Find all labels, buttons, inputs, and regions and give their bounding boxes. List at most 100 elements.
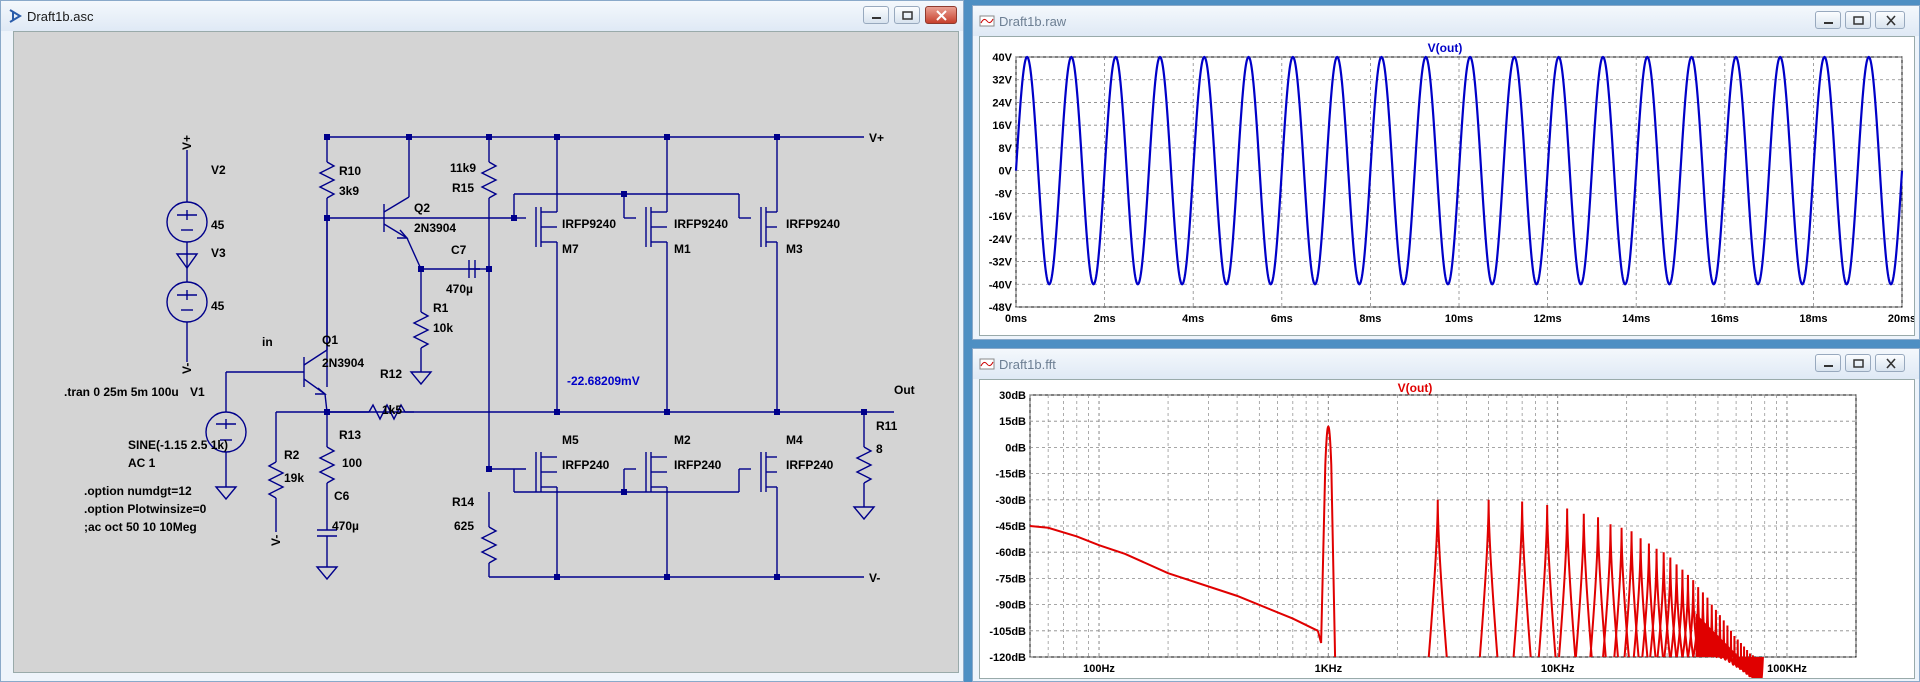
fft-y-tick: 15dB bbox=[999, 416, 1026, 428]
raw-x-tick: 6ms bbox=[1271, 313, 1293, 325]
v-plus-rail-label: V+ bbox=[869, 131, 884, 145]
close-button[interactable] bbox=[925, 6, 957, 24]
tran-directive: .tran 0 25m 5m 100u bbox=[64, 385, 179, 399]
fft-x-tick: 1KHz bbox=[1315, 663, 1343, 675]
fft-x-tick: 100KHz bbox=[1767, 663, 1807, 675]
node-voltage-readout: -22.68209mV bbox=[567, 374, 640, 388]
v1-label: V1 bbox=[190, 385, 205, 399]
fft-y-tick: 30dB bbox=[999, 390, 1026, 402]
fft-window[interactable]: Draft1b.fft V(out) 30dB 15dB 0dB -15dB -30dB… bbox=[972, 348, 1920, 682]
raw-x-tick: 16ms bbox=[1711, 313, 1739, 325]
raw-y-axis: 40V32V24V16V8V0V-8V-16V-24V-32V-40V-48V bbox=[989, 52, 1013, 314]
r11-value: 8 bbox=[876, 442, 883, 456]
raw-y-tick: -16V bbox=[989, 211, 1013, 223]
fft-titlebar[interactable]: Draft1b.fft bbox=[973, 349, 1919, 379]
out-label: Out bbox=[894, 383, 915, 397]
raw-plot: V(out) 40V 32V 24V 16V 8V 0V -8V -16V -24V -32V -4… bbox=[989, 41, 1914, 325]
raw-y-tick: 40V bbox=[992, 52, 1012, 64]
raw-x-tick: 0ms bbox=[1005, 313, 1027, 325]
minimize-button[interactable] bbox=[1815, 11, 1841, 29]
m3-label: M3 bbox=[786, 242, 803, 256]
raw-y-tick: -8V bbox=[995, 188, 1013, 200]
v-minus-r2-label: V- bbox=[269, 535, 283, 546]
c7-label: C7 bbox=[451, 243, 467, 257]
m7-model: IRFP9240 bbox=[562, 217, 616, 231]
fft-y-tick: -30dB bbox=[995, 495, 1026, 507]
restore-button[interactable] bbox=[1845, 11, 1871, 29]
raw-x-tick: 12ms bbox=[1534, 313, 1562, 325]
raw-plot-area[interactable]: V(out) 40V 32V 24V 16V 8V 0V -8V -16V -24V -32V -4… bbox=[979, 36, 1915, 336]
r10-label: R10 bbox=[339, 164, 361, 178]
minimize-button[interactable] bbox=[1815, 354, 1841, 372]
fft-trace-label: V(out) bbox=[1398, 381, 1433, 395]
r1-value: 10k bbox=[433, 321, 453, 335]
raw-y-tick: 8V bbox=[999, 143, 1013, 155]
raw-y-tick: 16V bbox=[992, 120, 1012, 132]
option-plotwinsize: .option Plotwinsize=0 bbox=[84, 502, 207, 516]
r15-label: R15 bbox=[452, 181, 474, 195]
c6-value: 470µ bbox=[332, 519, 359, 533]
raw-x-tick: 14ms bbox=[1622, 313, 1650, 325]
v2-value: 45 bbox=[211, 218, 225, 232]
q2-label: Q2 bbox=[414, 201, 430, 215]
raw-window[interactable]: Draft1b.raw V(out) 40V 32V 24V 16V 8V 0V -8V -1… bbox=[972, 5, 1920, 340]
raw-trace-label: V(out) bbox=[1428, 41, 1463, 55]
r14-value: 625 bbox=[454, 519, 474, 533]
r14-label: R14 bbox=[452, 495, 474, 509]
r11-label: R11 bbox=[876, 419, 898, 433]
v2-label: V2 bbox=[211, 163, 226, 177]
minimize-button[interactable] bbox=[863, 6, 889, 24]
m4-label: M4 bbox=[786, 433, 803, 447]
r2-label: R2 bbox=[284, 448, 300, 462]
raw-y-tick: 24V bbox=[992, 97, 1012, 109]
ltspice-icon bbox=[9, 9, 22, 23]
v3-label: V3 bbox=[211, 246, 226, 260]
fft-y-tick: -15dB bbox=[995, 469, 1026, 481]
r15-value: 11k9 bbox=[450, 161, 476, 175]
v-minus-source-label: V- bbox=[180, 363, 194, 374]
raw-titlebar[interactable]: Draft1b.raw bbox=[973, 6, 1919, 36]
m3-model: IRFP9240 bbox=[786, 217, 840, 231]
in-label: in bbox=[262, 335, 273, 349]
m4-model: IRFP240 bbox=[786, 458, 834, 472]
raw-x-tick: 8ms bbox=[1359, 313, 1381, 325]
raw-x-tick: 20ms bbox=[1888, 313, 1914, 325]
waveform-icon bbox=[979, 358, 995, 370]
r10-value: 3k9 bbox=[339, 184, 359, 198]
raw-x-tick: 2ms bbox=[1094, 313, 1116, 325]
q1-model: 2N3904 bbox=[322, 356, 364, 370]
sine-source: SINE(-1.15 2.5 1k) bbox=[128, 438, 228, 452]
v3-value: 45 bbox=[211, 299, 225, 313]
fft-y-axis: 30dB 15dB 0dB -15dB -30dB -45dB -60dB -75dB -90d… bbox=[989, 390, 1026, 664]
schematic-drawing: V+ V2 45 V3 45 V- R10 3k9 Q2 2N3904 11k9… bbox=[64, 131, 915, 585]
fft-y-tick: -105dB bbox=[989, 626, 1026, 638]
q1-label: Q1 bbox=[322, 333, 338, 347]
restore-button[interactable] bbox=[1845, 354, 1871, 372]
c7-value: 470µ bbox=[446, 282, 473, 296]
raw-y-tick: 0V bbox=[999, 166, 1013, 178]
schematic-window[interactable]: Draft1b.asc V+ V2 45 V3 45 V- R10 3k9 Q2… bbox=[0, 0, 964, 682]
m2-model: IRFP240 bbox=[674, 458, 722, 472]
fft-y-tick: -45dB bbox=[995, 521, 1026, 533]
r12-label: R12 bbox=[380, 367, 402, 381]
raw-y-tick: -40V bbox=[989, 279, 1013, 291]
fft-x-axis: 100Hz 1KHz 10KHz 100KHz bbox=[1083, 663, 1807, 675]
close-button[interactable] bbox=[1875, 354, 1905, 372]
fft-y-tick: -90dB bbox=[995, 600, 1026, 612]
restore-button[interactable] bbox=[894, 6, 920, 24]
fft-plot: V(out) 30dB 15dB 0dB -15dB -30dB -45dB -60dB -7… bbox=[989, 381, 1857, 678]
raw-x-tick: 18ms bbox=[1799, 313, 1827, 325]
raw-y-tick: -32V bbox=[989, 257, 1013, 269]
r2-value: 19k bbox=[284, 471, 304, 485]
fft-y-tick: -75dB bbox=[995, 573, 1026, 585]
close-button[interactable] bbox=[1875, 11, 1905, 29]
ac-comment: ;ac oct 50 10 10Meg bbox=[84, 520, 197, 534]
m5-label: M5 bbox=[562, 433, 579, 447]
raw-y-tick: 32V bbox=[992, 75, 1012, 87]
v-minus-rail-label: V- bbox=[869, 571, 880, 585]
schematic-canvas[interactable]: V+ V2 45 V3 45 V- R10 3k9 Q2 2N3904 11k9… bbox=[13, 31, 959, 673]
schematic-titlebar[interactable]: Draft1b.asc bbox=[1, 1, 963, 31]
raw-window-title: Draft1b.raw bbox=[999, 14, 1067, 29]
fft-x-tick: 100Hz bbox=[1083, 663, 1115, 675]
fft-plot-area[interactable]: V(out) 30dB 15dB 0dB -15dB -30dB -45dB -60dB -7… bbox=[979, 379, 1915, 679]
